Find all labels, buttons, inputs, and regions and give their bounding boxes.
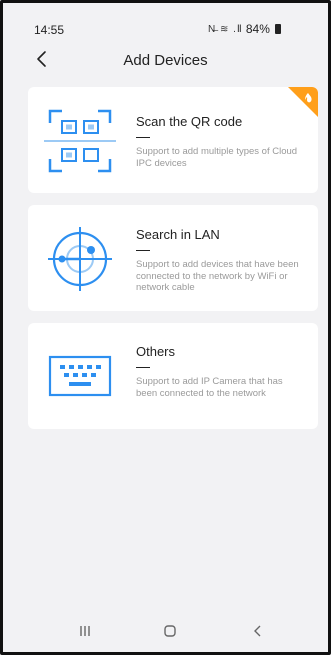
divider: [136, 137, 150, 138]
search-lan-card[interactable]: Search in LAN Support to add devices tha…: [28, 205, 318, 311]
back-nav-icon: [254, 625, 261, 637]
battery-percent: 84%: [245, 22, 270, 36]
app-frame: 14:55 N̶ ≋ .Ⅱ 84% Add Devices Scan the Q…: [0, 0, 331, 655]
radar-icon: [44, 221, 116, 293]
search-lan-text: Search in LAN Support to add devices tha…: [136, 227, 306, 294]
divider: [136, 367, 150, 368]
home-icon: [164, 625, 176, 637]
card-title: Search in LAN: [136, 227, 220, 242]
recents-button[interactable]: [78, 624, 92, 643]
page-header: Add Devices: [3, 39, 328, 79]
others-text: Others Support to add IP Camera that has…: [136, 344, 306, 399]
battery-icon: [274, 24, 281, 34]
card-description: Support to add IP Camera that has been c…: [136, 376, 283, 399]
status-bar: 14:55 N̶ ≋ .Ⅱ 84%: [3, 3, 328, 39]
others-card[interactable]: Others Support to add IP Camera that has…: [28, 323, 318, 429]
card-description: Support to add multiple types of Cloud I…: [136, 146, 298, 169]
card-title: Scan the QR code: [136, 114, 243, 129]
home-button[interactable]: [163, 624, 177, 643]
page-title: Add Devices: [123, 52, 208, 69]
scan-qr-text: Scan the QR code Support to add multiple…: [136, 114, 306, 169]
card-description: Support to add devices that have been co…: [136, 259, 299, 293]
card-title: Others: [136, 344, 176, 359]
scan-qr-card[interactable]: Scan the QR code Support to add multiple…: [28, 87, 318, 193]
system-nav-bar: [3, 614, 328, 652]
signal-icons: N̶ ≋ .Ⅱ: [208, 23, 243, 35]
divider: [136, 250, 150, 251]
back-nav-button[interactable]: [251, 624, 265, 643]
fire-icon: [288, 87, 318, 117]
recents-icon: [80, 626, 90, 636]
keyboard-icon: [44, 341, 116, 413]
status-right: N̶ ≋ .Ⅱ 84%: [208, 22, 281, 36]
status-time: 14:55: [34, 23, 65, 37]
qr-scan-icon: [44, 105, 116, 177]
